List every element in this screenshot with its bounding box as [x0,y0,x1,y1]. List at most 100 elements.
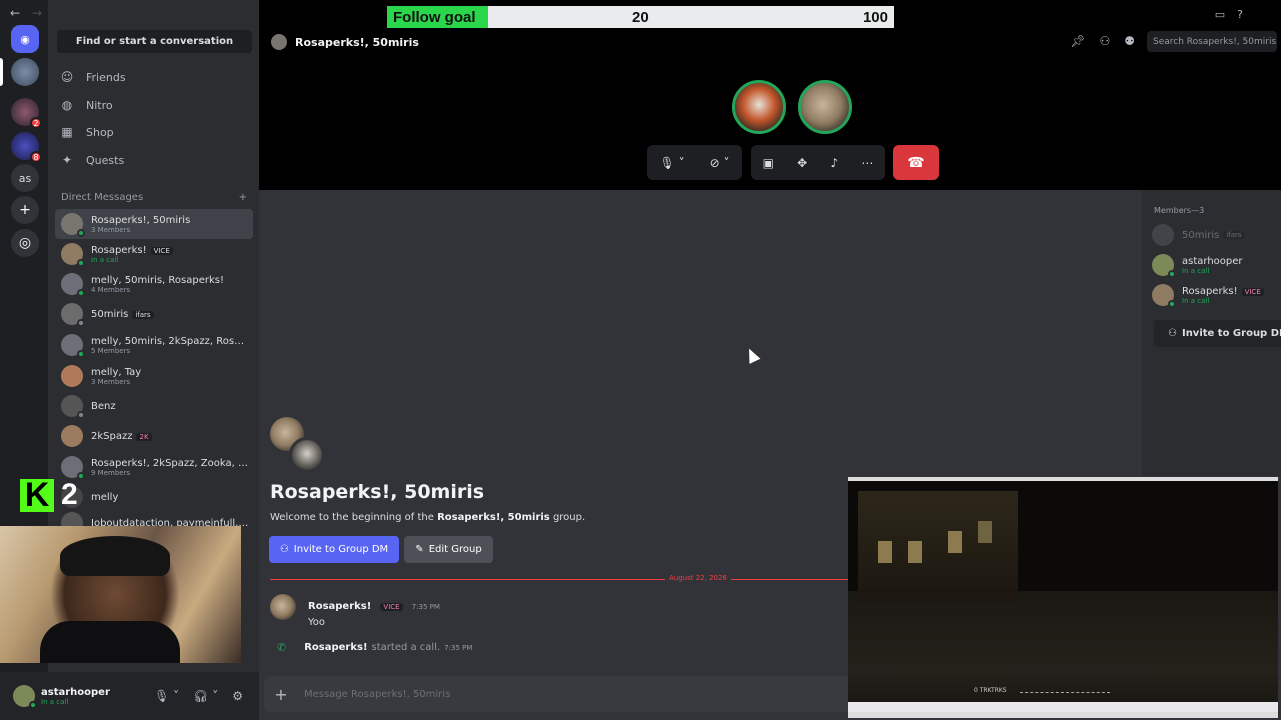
members-invite-button[interactable]: ⚇ Invite to Group DM [1154,320,1281,347]
add-server-button[interactable]: + [11,196,39,224]
server-as-icon[interactable]: as [11,164,39,192]
pin-icon[interactable]: 📌︎ [1070,34,1085,48]
kick-overlay: K 2 [20,476,78,514]
nav-nitro[interactable]: ◍ Nitro [58,93,253,117]
welcome-post: group. [549,512,586,523]
dm-item[interactable]: 50miris ifars [55,299,253,329]
avatar [61,273,85,297]
dm-item[interactable]: Rosaperks! VICE In a call [55,239,253,269]
dm-name: melly, Tay [91,366,142,378]
camera-off-icon[interactable]: ⊘ ˅ [704,156,736,170]
avatar [1152,284,1176,308]
call-participant-avatar[interactable] [732,80,786,134]
plus-icon[interactable]: + [239,192,247,203]
mic-icon[interactable]: 🎙︎ ˅ [154,689,179,703]
nav-shop-label: Shop [86,125,114,139]
edit-group-button[interactable]: ✎ Edit Group [404,536,493,563]
help-icon[interactable]: ? [1237,8,1243,21]
message-input[interactable]: + Message Rosaperks!, 50miris [264,676,854,712]
message-tag: VICE [380,603,403,611]
avatar[interactable] [270,594,296,620]
search-input[interactable]: Search Rosaperks!, 50miris [1147,31,1277,52]
member-item[interactable]: astarhooper In a call [1152,252,1243,278]
dm-sub: 5 Members [91,346,131,355]
avatar [61,303,85,327]
end-call-button[interactable]: ☎ [893,145,939,180]
member-sub: In a call [1182,266,1210,275]
avatar [61,213,85,237]
soundboard-icon[interactable]: ♪ [824,156,844,170]
arrow-left-icon[interactable]: ← [10,6,20,20]
find-conversation-button[interactable]: Find or start a conversation [57,30,252,53]
server-3-badge: 8 [30,151,42,163]
members-icon[interactable]: ⚉ [1124,34,1135,48]
member-tag: ifars [1223,231,1245,239]
call-area: Rosaperks!, 50miris 📌︎ ⚇ ⚉ Search Rosape… [259,0,1281,190]
channel-title: Rosaperks!, 50miris [295,35,419,49]
more-icon[interactable]: ⋯ [855,156,879,170]
member-item[interactable]: 50miris ifars [1152,222,1245,248]
dm-item[interactable]: 2kSpazz 2K [55,421,253,451]
nav-shop[interactable]: ▦ Shop [58,120,253,144]
avatar [1152,254,1176,278]
game-window [978,521,992,543]
webcam-cap [60,536,170,576]
shop-icon: ▦ [61,125,73,139]
activities-icon[interactable]: ✥ [791,156,813,170]
nitro-icon: ◍ [61,98,73,112]
quests-icon: ✦ [61,153,73,167]
group-avatar [271,34,287,50]
dm-sub: In a call [91,255,119,264]
system-time: 7:35 PM [444,643,473,652]
screen-share-icon[interactable]: ▣ [757,156,780,170]
dm-name: 2kSpazz [91,430,133,442]
user-status: In a call [41,697,69,706]
dm-item[interactable]: Rosaperks!, 2kSpazz, Zooka, Ko... 9 Membe… [55,452,253,482]
server-2-icon[interactable]: 2 [11,98,42,129]
server-2-badge: 2 [30,117,42,129]
dm-item[interactable]: melly, 50miris, Rosaperks! 4 Members [55,269,253,299]
discord-home-button[interactable]: ◉ [11,25,39,53]
server-3-icon[interactable]: 8 [11,132,42,163]
gear-icon[interactable]: ⚙ [232,689,243,703]
welcome-pre: Welcome to the beginning of the [270,512,438,523]
welcome-group: Rosaperks!, 50miris [437,512,550,523]
avatar[interactable] [13,685,37,709]
server-1-icon[interactable] [11,58,39,86]
dm-item[interactable]: Rosaperks!, 50miris 3 Members [55,209,253,239]
system-text: started a call. [371,642,441,653]
message-author[interactable]: Rosaperks! [308,601,371,612]
channel-header: Rosaperks!, 50miris [271,34,419,50]
call-participant-avatar[interactable] [798,80,852,134]
avatar [1152,224,1174,246]
chat-welcome: Welcome to the beginning of the Rosaperk… [270,512,585,523]
dm-sub: 4 Members [91,285,131,294]
attach-plus-icon[interactable]: + [264,685,298,704]
inbox-icon[interactable]: ▭ [1215,8,1225,21]
dm-item[interactable]: Benz [55,391,253,421]
app-root: Follow goal 20 100 ▭ ? ← → ◉ 2 8 as + ◎ [0,0,1281,720]
invite-group-button[interactable]: ⚇ Invite to Group DM [269,536,399,563]
add-friend-icon[interactable]: ⚇ [1099,34,1110,48]
nav-quests[interactable]: ✦ Quests [58,148,253,172]
chat-message: Rosaperks! VICE 7:35 PM Yoo [270,594,440,628]
user-panel: astarhooper In a call 🎙︎ ˅ 🎧︎ ˅ ⚙ [0,672,259,720]
dm-header: Direct Messages + [61,192,247,203]
mic-camera-controls: 🎙︎ ˅ ⊘ ˅ [647,145,742,180]
game-capture: 0 TRKTRKS [848,477,1278,718]
dm-tag: ifars [132,310,154,319]
dm-item[interactable]: melly, 50miris, 2kSpazz, Rosaperks!5 Mem… [55,330,253,360]
phone-icon: ✆ [277,641,287,654]
add-user-icon: ⚇ [1168,328,1177,339]
headset-icon[interactable]: 🎧︎ ˅ [193,689,218,703]
system-author[interactable]: Rosaperks! [304,642,367,653]
nav-friends[interactable]: ☺ Friends [58,65,253,89]
system-message: ✆ Rosaperks! started a call. 7:35 PM [277,641,472,654]
discover-button[interactable]: ◎ [11,229,39,257]
dm-item[interactable]: melly, Tay 3 Members [55,361,253,391]
member-item[interactable]: Rosaperks! VICE In a call [1152,282,1264,308]
friends-icon: ☺ [60,70,74,84]
dm-sub: 3 Members [91,225,131,234]
mic-icon[interactable]: 🎙︎ ˅ [654,156,691,170]
arrow-right-icon[interactable]: → [32,6,42,20]
